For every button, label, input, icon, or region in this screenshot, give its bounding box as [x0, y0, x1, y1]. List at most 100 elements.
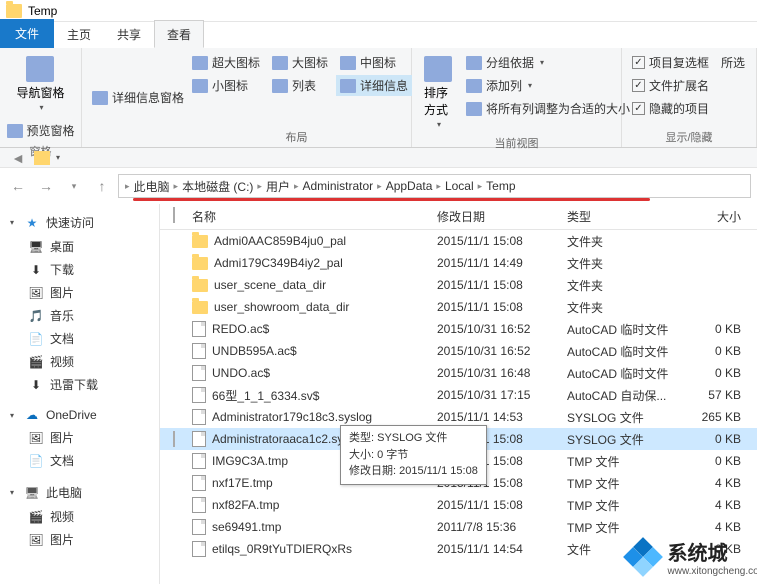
nav-back[interactable]: ←: [6, 174, 30, 198]
bc-thispc[interactable]: 此电脑: [132, 178, 172, 195]
fit-icon: [466, 102, 482, 116]
item-checkbox-toggle[interactable]: 项目复选框: [628, 52, 713, 73]
nav-history[interactable]: ▾: [62, 174, 86, 198]
file-type: AutoCAD 临时文件: [567, 321, 687, 338]
file-type: SYSLOG 文件: [567, 409, 687, 426]
quick-access-toolbar: ◄ ▾: [0, 148, 757, 168]
sidebar-thispc-header[interactable]: ▾🖥此电脑: [0, 480, 159, 505]
group-by-button[interactable]: 分组依据▾: [462, 52, 634, 73]
sidebar-item[interactable]: ⬇迅雷下载: [0, 373, 159, 396]
detail-pane-button[interactable]: 详细信息窗格: [88, 52, 188, 143]
col-date-header[interactable]: 修改日期: [437, 208, 567, 225]
qat-back[interactable]: ◄: [6, 146, 30, 170]
sidebar-item[interactable]: ⬇下载: [0, 258, 159, 281]
table-row[interactable]: UNDB595A.ac$2015/10/31 16:52AutoCAD 临时文件…: [160, 340, 757, 362]
col-name-header[interactable]: 名称: [188, 208, 437, 225]
layout-m[interactable]: 中图标: [336, 52, 412, 73]
layout-list[interactable]: 列表: [268, 75, 332, 96]
sidebar-item-label: 文档: [50, 452, 74, 469]
bc-temp[interactable]: Temp: [484, 179, 517, 193]
folder-icon: [192, 257, 208, 270]
sidebar-onedrive-header[interactable]: ▾☁OneDrive: [0, 404, 159, 426]
add-col-button[interactable]: 添加列▾: [462, 75, 634, 96]
file-type: AutoCAD 临时文件: [567, 343, 687, 360]
sidebar-item[interactable]: 🖼 图片: [0, 528, 159, 551]
breadcrumb[interactable]: ▸ 此电脑▸ 本地磁盘 (C:)▸ 用户▸ Administrator▸ App…: [118, 174, 751, 198]
table-row[interactable]: user_showroom_data_dir2015/11/1 15:08文件夹: [160, 296, 757, 318]
file-date: 2015/10/31 17:15: [437, 388, 567, 402]
sidebar-quick-header[interactable]: ▾★快速访问: [0, 210, 159, 235]
sidebar-item[interactable]: 🎬 视频: [0, 505, 159, 528]
ribbon-group-current: 排序方式▾ 分组依据▾ 添加列▾ 将所有列调整为合适的大小 当前视图: [412, 48, 622, 147]
sidebar-item[interactable]: 🎬视频: [0, 350, 159, 373]
nav-pane-button[interactable]: 导航窗格▾: [10, 52, 70, 116]
file-date: 2011/7/8 15:36: [437, 520, 567, 534]
file-type: TMP 文件: [567, 519, 687, 536]
file-icon: [192, 409, 206, 425]
watermark-logo: [622, 536, 664, 578]
sidebar-item[interactable]: 🖼图片: [0, 281, 159, 304]
file-name: se69491.tmp: [212, 520, 281, 534]
tab-share[interactable]: 共享: [104, 20, 154, 48]
hidden-toggle[interactable]: 隐藏的项目: [628, 98, 713, 119]
table-row[interactable]: Admi0AAC859B4ju0_pal2015/11/1 15:08文件夹: [160, 230, 757, 252]
l-icon: [272, 56, 288, 70]
file-list-header: 名称 修改日期 类型 大小: [160, 204, 757, 230]
folder-icon: [34, 151, 50, 165]
table-row[interactable]: UNDO.ac$2015/10/31 16:48AutoCAD 临时文件0 KB: [160, 362, 757, 384]
fit-cols-button[interactable]: 将所有列调整为合适的大小: [462, 98, 634, 119]
file-size: 57 KB: [687, 388, 757, 402]
table-row[interactable]: Admi179C349B4iy2_pal2015/11/1 14:49文件夹: [160, 252, 757, 274]
file-size: 265 KB: [687, 410, 757, 424]
sidebar-item[interactable]: 📄文档: [0, 327, 159, 350]
m-icon: [340, 56, 356, 70]
layout-detail[interactable]: 详细信息: [336, 75, 412, 96]
preview-pane-button[interactable]: 预览窗格: [3, 120, 79, 141]
sidebar-item[interactable]: 📄文档: [0, 449, 159, 472]
hide-selected-button[interactable]: 所选: [717, 52, 749, 73]
tab-home[interactable]: 主页: [54, 20, 104, 48]
sidebar-item-label: 迅雷下载: [50, 376, 98, 393]
sidebar-item[interactable]: 🎵音乐: [0, 304, 159, 327]
table-row[interactable]: nxf82FA.tmp2015/11/1 15:08TMP 文件4 KB: [160, 494, 757, 516]
col-type-header[interactable]: 类型: [567, 208, 687, 225]
nav-up[interactable]: ↑: [90, 174, 114, 198]
sidebar-item-icon: 🎬: [28, 510, 44, 524]
bc-appdata[interactable]: AppData: [384, 179, 435, 193]
table-row[interactable]: REDO.ac$2015/10/31 16:52AutoCAD 临时文件0 KB: [160, 318, 757, 340]
table-row[interactable]: user_scene_data_dir2015/11/1 15:08文件夹: [160, 274, 757, 296]
layout-xl[interactable]: 超大图标: [188, 52, 264, 73]
sidebar-item[interactable]: 🖼图片: [0, 426, 159, 449]
sidebar-item-label: 图片: [50, 531, 74, 548]
tab-file[interactable]: 文件: [0, 19, 54, 48]
bc-drive[interactable]: 本地磁盘 (C:): [180, 178, 255, 195]
layout-l[interactable]: 大图标: [268, 52, 332, 73]
table-row[interactable]: 66型_1_1_6334.sv$2015/10/31 17:15AutoCAD …: [160, 384, 757, 406]
ribbon-detail-pane: 详细信息窗格: [82, 48, 182, 147]
sidebar-item-icon: 🎵: [28, 309, 44, 323]
file-date: 2015/11/1 15:08: [437, 498, 567, 512]
sidebar-item-label: 视频: [50, 508, 74, 525]
tab-view[interactable]: 查看: [154, 20, 204, 48]
sidebar-item-label: 下载: [50, 261, 74, 278]
sidebar-item-icon: 🖼: [28, 533, 44, 547]
bc-local[interactable]: Local: [443, 179, 476, 193]
nav-forward[interactable]: →: [34, 174, 58, 198]
sort-button[interactable]: 排序方式▾: [418, 52, 458, 133]
layout-s[interactable]: 小图标: [188, 75, 264, 96]
table-row[interactable]: se69491.tmp2011/7/8 15:36TMP 文件4 KB: [160, 516, 757, 538]
file-size: 0 KB: [687, 454, 757, 468]
file-name: IMG9C3A.tmp: [212, 454, 288, 468]
col-size-header[interactable]: 大小: [687, 208, 757, 225]
file-icon: [192, 431, 206, 447]
sidebar-item[interactable]: 🖥桌面: [0, 235, 159, 258]
row-checkbox[interactable]: [173, 431, 175, 447]
file-date: 2015/11/1 14:54: [437, 542, 567, 556]
file-date: 2015/11/1 15:08: [437, 278, 567, 292]
bc-users[interactable]: 用户: [264, 178, 292, 195]
file-name: etilqs_0R9tYuTDIERQxRs: [212, 542, 352, 556]
select-all-checkbox[interactable]: [173, 207, 175, 223]
file-type: TMP 文件: [567, 475, 687, 492]
ext-toggle[interactable]: 文件扩展名: [628, 75, 713, 96]
bc-admin[interactable]: Administrator: [300, 179, 375, 193]
